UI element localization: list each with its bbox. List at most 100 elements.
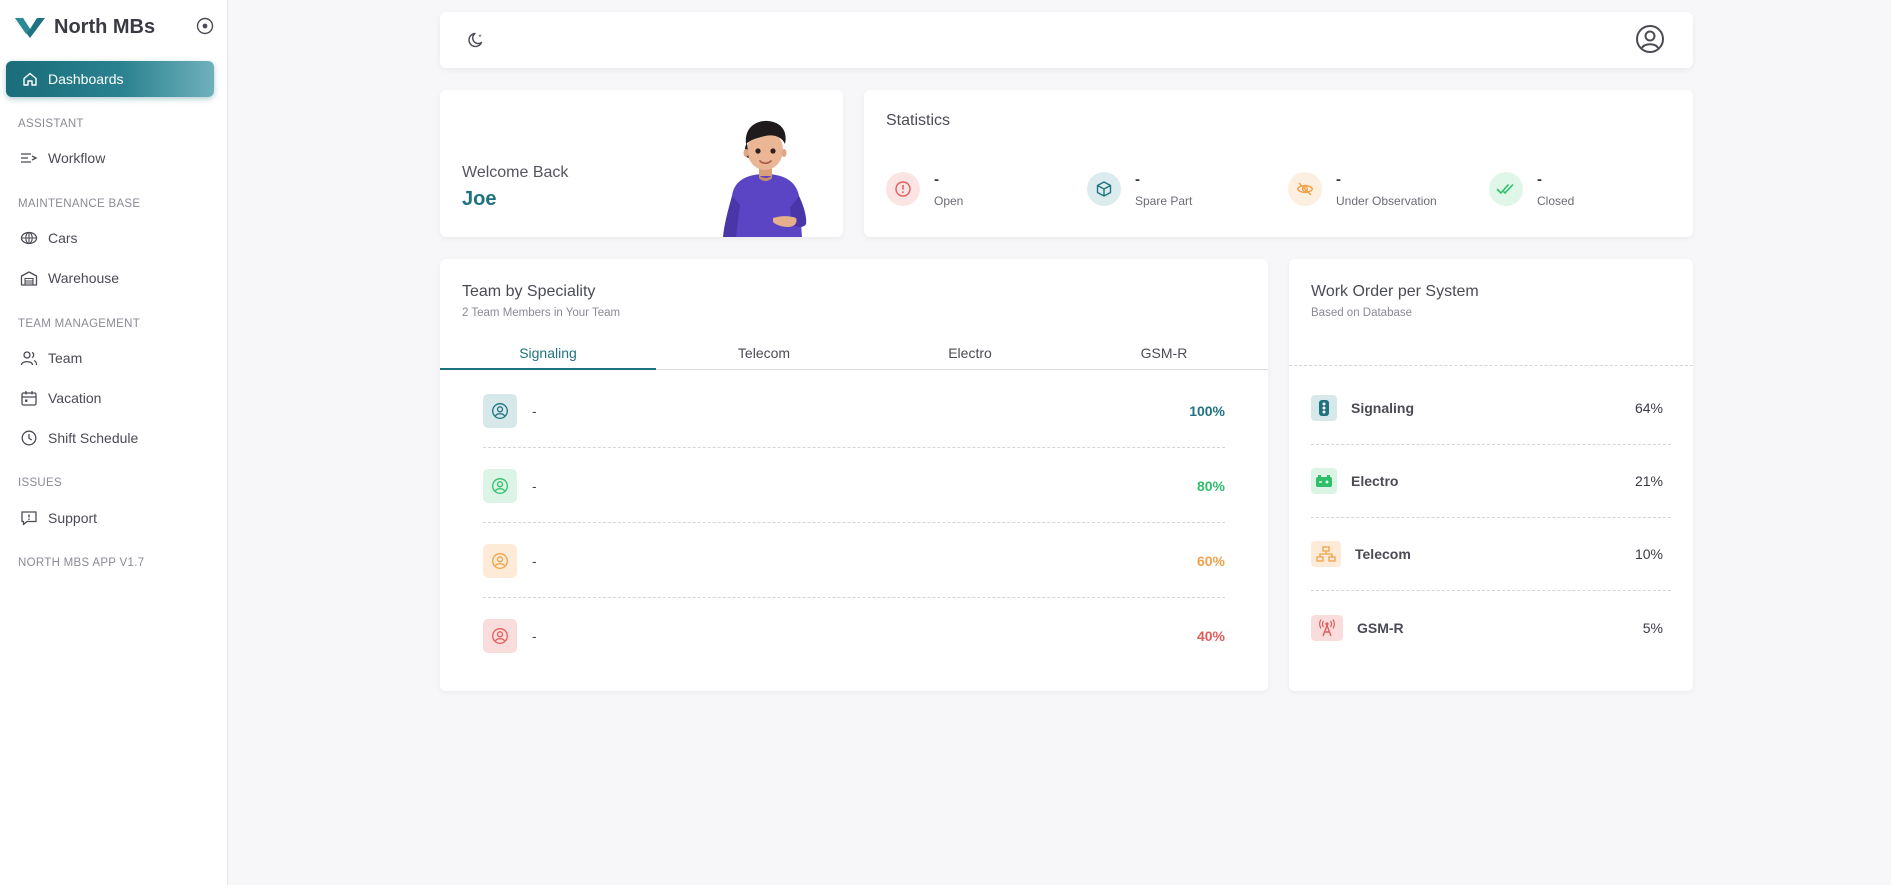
user-circle-icon (492, 552, 508, 569)
system-name: Signaling (1351, 400, 1414, 416)
tab-electro[interactable]: Electro (862, 345, 1078, 370)
eye-off-icon (1296, 182, 1314, 196)
stat-open[interactable]: - Open (886, 172, 963, 208)
app-version: NORTH MBS APP V1.7 (18, 557, 145, 569)
member-name: - (532, 402, 537, 419)
user-circle-icon (492, 628, 508, 644)
double-check-icon (1496, 184, 1514, 194)
stat-value: - (1135, 171, 1140, 188)
work-order-row[interactable]: GSM-R 5% (1311, 591, 1671, 664)
team-by-speciality-card: Team by Speciality 2 Team Members in You… (440, 259, 1268, 691)
system-percent: 10% (1634, 546, 1663, 562)
welcome-user-name: Joe (462, 188, 497, 210)
member-icon-wrap (483, 543, 517, 578)
avatar-illustration (723, 120, 807, 237)
section-issues: ISSUES (18, 477, 62, 489)
statistics-card: Statistics - Open - Spare Part - Under O… (864, 90, 1693, 237)
welcome-title: Welcome Back (462, 164, 569, 181)
member-name: - (532, 628, 537, 644)
stat-value: - (1336, 171, 1341, 188)
sidebar: North MBs Dashboards ASSISTANT Workflow … (0, 0, 228, 885)
stat-icon-wrap (1288, 172, 1322, 206)
sidebar-item-support[interactable]: Support (20, 507, 210, 529)
moon-icon[interactable] (468, 31, 486, 49)
work-order-card: Work Order per System Based on Database … (1289, 259, 1693, 691)
stat-value: - (1537, 171, 1542, 188)
users-icon (20, 351, 38, 366)
globe-icon (20, 231, 38, 245)
sidebar-item-workflow[interactable]: Workflow (20, 147, 210, 169)
system-percent: 64% (1634, 400, 1663, 416)
divider (1289, 365, 1693, 366)
sidebar-item-dashboards[interactable]: Dashboards (6, 61, 214, 97)
user-avatar-icon[interactable] (1635, 24, 1665, 54)
sidebar-item-label: Warehouse (48, 270, 120, 286)
top-bar (440, 12, 1693, 68)
system-percent: 5% (1642, 619, 1663, 636)
work-icon-wrap (1311, 614, 1343, 641)
work-icon-wrap (1311, 395, 1337, 421)
team-row[interactable]: - 60% (483, 524, 1225, 598)
sidebar-item-label: Cars (48, 230, 78, 246)
member-name: - (532, 552, 537, 569)
stat-spare-part[interactable]: - Spare Part (1087, 172, 1192, 208)
member-percent: 40% (1196, 628, 1225, 644)
system-name: Telecom (1355, 546, 1411, 562)
sidebar-item-label: Support (48, 510, 98, 526)
team-row[interactable]: - 100% (483, 374, 1225, 448)
tab-gsm-r[interactable]: GSM-R (1056, 345, 1272, 370)
work-icon-wrap (1311, 541, 1341, 567)
brand[interactable]: North MBs (14, 14, 214, 40)
stat-closed[interactable]: - Closed (1489, 172, 1574, 208)
sidebar-item-vacation[interactable]: Vacation (20, 387, 210, 409)
stat-under-observation[interactable]: - Under Observation (1288, 172, 1437, 208)
section-assistant: ASSISTANT (18, 118, 84, 130)
section-team-management: TEAM MANAGEMENT (18, 318, 141, 330)
system-percent: 21% (1634, 473, 1663, 489)
sidebar-toggle-icon[interactable] (196, 17, 214, 35)
stat-icon-wrap (1087, 172, 1121, 206)
stat-value: - (934, 171, 939, 188)
member-percent: 60% (1196, 552, 1225, 569)
message-alert-icon (21, 511, 37, 526)
member-icon-wrap (483, 393, 517, 428)
user-circle-icon (492, 402, 508, 419)
team-card-subtitle: 2 Team Members in Your Team (462, 307, 621, 319)
stat-label: Spare Part (1135, 194, 1193, 208)
system-name: Electro (1351, 473, 1399, 489)
work-order-row[interactable]: Electro 21% (1311, 445, 1671, 518)
member-percent: 100% (1189, 402, 1225, 419)
sidebar-item-label: Workflow (48, 150, 106, 166)
network-icon (1316, 546, 1336, 562)
sidebar-item-label: Vacation (48, 390, 102, 406)
clock-icon (21, 430, 37, 446)
work-icon-wrap (1311, 468, 1337, 494)
traffic-light-icon (1319, 400, 1329, 416)
stat-label: Open (934, 194, 964, 208)
sidebar-item-shift-schedule[interactable]: Shift Schedule (20, 427, 210, 449)
home-icon (23, 72, 37, 86)
team-row[interactable]: - 40% (483, 599, 1225, 673)
member-percent: 80% (1196, 477, 1225, 494)
battery-icon (1316, 475, 1332, 487)
stat-icon-wrap (1489, 172, 1523, 206)
cube-icon (1096, 181, 1112, 197)
calendar-icon (21, 391, 37, 406)
tab-signaling[interactable]: Signaling (440, 345, 656, 370)
sidebar-item-label: Team (48, 350, 83, 366)
work-order-row[interactable]: Signaling 64% (1311, 372, 1671, 445)
app-name: North MBs (54, 15, 156, 38)
team-row[interactable]: - 80% (483, 449, 1225, 523)
work-order-subtitle: Based on Database (1311, 307, 1413, 319)
sidebar-item-warehouse[interactable]: Warehouse (20, 267, 210, 289)
tab-telecom[interactable]: Telecom (656, 345, 872, 370)
sidebar-item-team[interactable]: Team (20, 347, 210, 369)
sidebar-item-label: Dashboards (48, 71, 124, 87)
logo-icon (15, 18, 45, 38)
system-name: GSM-R (1357, 619, 1404, 636)
sidebar-item-cars[interactable]: Cars (20, 227, 210, 249)
work-order-row[interactable]: Telecom 10% (1311, 518, 1671, 591)
warehouse-icon (20, 271, 38, 286)
stat-icon-wrap (886, 172, 920, 206)
team-card-title: Team by Speciality (462, 283, 596, 300)
